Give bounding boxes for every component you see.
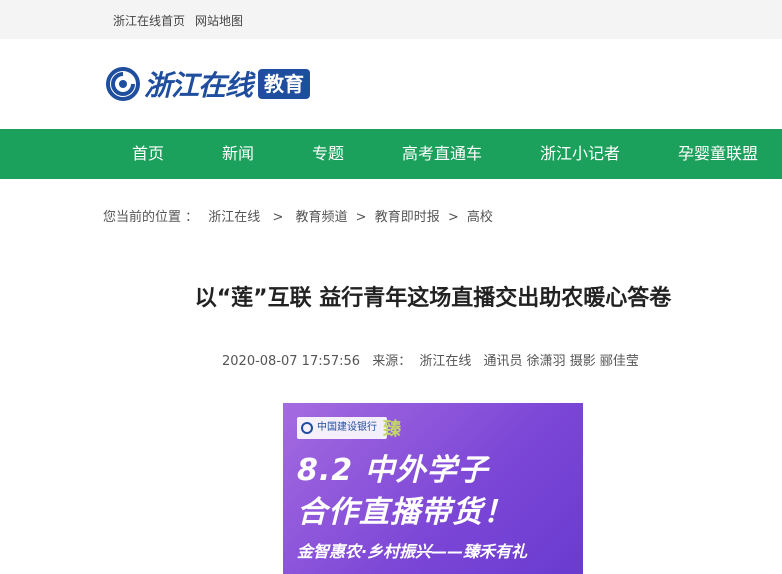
- breadcrumb-item[interactable]: 教育频道: [295, 210, 347, 225]
- breadcrumb-separator: >: [447, 210, 459, 225]
- home-link[interactable]: 浙江在线首页: [113, 12, 185, 29]
- article-banner-image: 中国建设银行 臻 8.2 中外学子 合作直播带货！ 金智惠农·乡村振兴——臻禾有…: [283, 403, 583, 574]
- bank-logo: 中国建设银行: [297, 417, 387, 439]
- breadcrumb-item[interactable]: 教育即时报: [375, 210, 440, 225]
- main-nav: 首页 新闻 专题 高考直通车 浙江小记者 孕婴童联盟: [0, 129, 782, 179]
- article-date: 2020-08-07 17:57:56: [222, 354, 361, 369]
- bank-name: 中国建设银行: [317, 422, 377, 433]
- site-logo[interactable]: 浙江在线 教育: [106, 66, 311, 102]
- breadcrumb-separator: >: [272, 210, 284, 225]
- breadcrumb-separator: >: [355, 210, 367, 225]
- logo-text: 浙江在线: [144, 69, 253, 102]
- breadcrumb-item[interactable]: 浙江在线: [208, 210, 260, 225]
- top-bar: 浙江在线首页 网站地图: [0, 0, 782, 39]
- nav-item-parenting[interactable]: 孕婴童联盟: [678, 129, 758, 179]
- bank-logo-icon: [301, 422, 313, 434]
- breadcrumb-item[interactable]: 高校: [467, 210, 493, 225]
- breadcrumb-prefix: 您当前的位置 ：: [103, 210, 199, 225]
- nav-item-home[interactable]: 首页: [132, 129, 164, 179]
- logo-swirl-icon: [106, 67, 140, 101]
- article-source: 浙江在线: [419, 354, 472, 369]
- breadcrumb: 您当前的位置 ： 浙江在线 > 教育频道 > 教育即时报 > 高校: [103, 206, 493, 225]
- article-credits: 通讯员 徐潇羽 摄影 郦佳莹: [483, 354, 639, 369]
- nav-item-reporter[interactable]: 浙江小记者: [540, 129, 620, 179]
- banner-headline-2: 合作直播带货！: [297, 495, 514, 530]
- nav-item-topics[interactable]: 专题: [312, 129, 344, 179]
- header: 浙江在线 教育: [0, 39, 782, 129]
- article-title: 以“莲”互联 益行青年这场直播交出助农暖心答卷: [194, 286, 672, 311]
- source-label: 来源：: [372, 354, 412, 369]
- banner-headline-1: 8.2 中外学子: [297, 453, 489, 488]
- article-meta: 2020-08-07 17:57:56 来源： 浙江在线 通讯员 徐潇羽 摄影 …: [222, 350, 647, 369]
- logo-tag: 教育: [258, 69, 311, 99]
- nav-item-news[interactable]: 新闻: [222, 129, 254, 179]
- sitemap-link[interactable]: 网站地图: [195, 12, 243, 29]
- brand-seal: 臻: [383, 419, 401, 440]
- banner-slogan: 金智惠农·乡村振兴——臻禾有礼: [297, 542, 528, 561]
- nav-item-gaokao[interactable]: 高考直通车: [402, 129, 482, 179]
